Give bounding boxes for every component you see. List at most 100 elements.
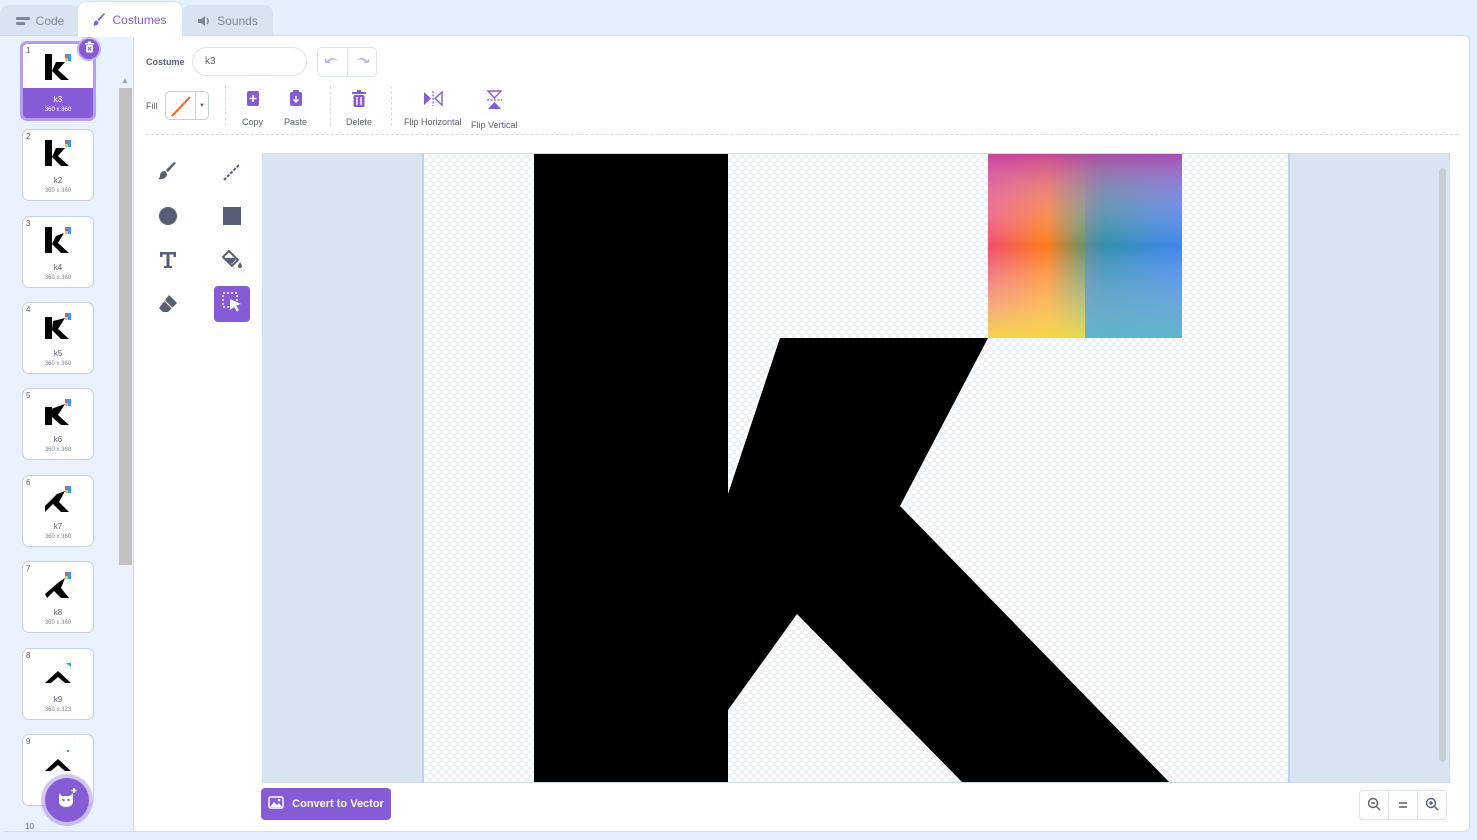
costume-number: 7 [26, 564, 31, 573]
eraser-icon [157, 293, 179, 320]
cat-icon [55, 787, 79, 814]
zoom-in-icon [1425, 797, 1439, 814]
costume-number: 5 [26, 391, 31, 400]
line-icon [221, 161, 243, 188]
costume-item-8[interactable]: 8 k9 360 x 323 [22, 648, 94, 720]
canvas-scrollbar[interactable] [1439, 168, 1446, 762]
divider [330, 86, 331, 126]
undo-button[interactable] [318, 48, 348, 76]
redo-button[interactable] [348, 48, 377, 76]
tab-sounds[interactable]: Sounds [182, 5, 273, 36]
costume-name: k3 [53, 95, 63, 104]
rectangle-tool[interactable] [214, 200, 250, 236]
copy-button[interactable]: Copy [242, 90, 263, 127]
tab-costumes[interactable]: Costumes [77, 1, 183, 37]
costume-item-5[interactable]: 5 k6 360 x 360 [22, 388, 94, 460]
costume-size: 360 x 360 [44, 447, 72, 453]
costume-number: 9 [26, 737, 31, 746]
brush-tool[interactable] [150, 156, 186, 192]
costume-item-2[interactable]: 2 k2 360 x 360 [22, 129, 94, 201]
divider [225, 86, 226, 126]
editor-tabs: Code Sounds Costumes [0, 0, 1477, 37]
paste-label: Paste [284, 117, 308, 127]
paint-canvas-area[interactable] [262, 153, 1450, 783]
line-tool[interactable] [214, 156, 250, 192]
costume-size: 360 x 360 [44, 188, 72, 194]
costume-item-7[interactable]: 7 k8 360 x 360 [22, 561, 94, 633]
tab-costumes-label: Costumes [112, 12, 167, 27]
convert-to-vector-label: Convert to Vector [292, 798, 384, 810]
fill-label: Fill [146, 101, 158, 111]
costume-name: k6 [53, 435, 63, 444]
select-tool[interactable] [214, 286, 250, 322]
convert-to-vector-button[interactable]: Convert to Vector [261, 788, 391, 820]
flip-horizontal-label: Flip Horizontal [404, 117, 462, 127]
costume-list-scrollbar[interactable] [119, 88, 132, 565]
copy-icon [245, 90, 261, 109]
zoom-controls [1359, 790, 1447, 820]
costume-item-3[interactable]: 3 k4 360 x 360 [22, 216, 94, 288]
undo-icon [325, 53, 339, 71]
choose-costume-button[interactable] [45, 778, 89, 822]
code-icon [15, 16, 30, 26]
trash-icon [351, 90, 367, 109]
k-thumbnail-icon [45, 399, 71, 425]
trash-icon [84, 40, 95, 58]
tab-code[interactable]: Code [0, 5, 80, 36]
tab-code-label: Code [35, 14, 65, 28]
circle-icon [157, 205, 179, 232]
eraser-tool[interactable] [150, 288, 186, 324]
costume-number: 1 [26, 46, 31, 55]
costume-list: 1 k3 360 x 360 2 k2 360 x 360 3 k4 360 x… [0, 36, 134, 831]
undo-redo-group [317, 47, 377, 77]
costume-size: 360 x 360 [44, 620, 72, 626]
k-thumbnail-icon [45, 750, 71, 771]
delete-label: Delete [346, 117, 373, 127]
text-tool[interactable] [150, 244, 186, 280]
fill-color-picker[interactable]: ▼ [165, 91, 209, 120]
brush-icon [93, 13, 106, 26]
circle-tool[interactable] [150, 200, 186, 236]
costume-size: 360 x 360 [44, 107, 72, 113]
delete-costume-button[interactable] [77, 37, 101, 61]
costume-name: k9 [53, 695, 63, 704]
k-thumbnail-icon [45, 572, 71, 598]
k-thumbnail-icon [45, 140, 71, 166]
costume-name: k8 [53, 608, 63, 617]
toolbar-divider [146, 134, 1458, 135]
costume-name-input[interactable] [192, 47, 307, 76]
costume-size: 360 x 360 [44, 534, 72, 540]
costume-name: k7 [53, 522, 63, 531]
costume-number: 2 [26, 132, 31, 141]
no-fill-icon [171, 96, 191, 117]
flip-horizontal-button[interactable]: Flip Horizontal [404, 90, 462, 127]
costume-number: 3 [26, 219, 31, 228]
paint-canvas[interactable] [422, 154, 1290, 782]
speaker-icon [197, 15, 211, 27]
costume-name: k2 [53, 176, 63, 185]
zoom-out-button[interactable] [1360, 791, 1388, 819]
costume-item-6[interactable]: 6 k7 360 x 360 [22, 475, 94, 547]
scroll-up-arrow-icon[interactable]: ▲ [121, 76, 129, 85]
flip-vertical-button[interactable]: Flip Vertical [471, 90, 518, 130]
fill-swatch [166, 92, 196, 119]
costume-number: 4 [26, 305, 31, 314]
costume-number: 6 [26, 478, 31, 487]
paste-button[interactable]: Paste [284, 90, 307, 127]
costume-item-4[interactable]: 4 k5 360 x 360 [22, 302, 94, 374]
k-thumbnail-icon [45, 54, 71, 80]
zoom-in-button[interactable] [1417, 791, 1446, 819]
fill-icon [220, 249, 244, 276]
k-thumbnail-icon [45, 227, 71, 253]
chevron-down-icon: ▼ [199, 102, 205, 109]
costume-size: 360 x 323 [44, 707, 72, 713]
costume-size: 360 x 360 [44, 275, 72, 281]
delete-button[interactable]: Delete [346, 90, 372, 127]
zoom-reset-button[interactable] [1388, 791, 1417, 819]
tab-sounds-label: Sounds [217, 14, 258, 28]
rectangle-icon [221, 205, 243, 232]
k-thumbnail-icon [45, 313, 71, 339]
fill-tool[interactable] [214, 244, 250, 280]
equals-icon [1397, 798, 1409, 813]
copy-label: Copy [242, 117, 264, 127]
